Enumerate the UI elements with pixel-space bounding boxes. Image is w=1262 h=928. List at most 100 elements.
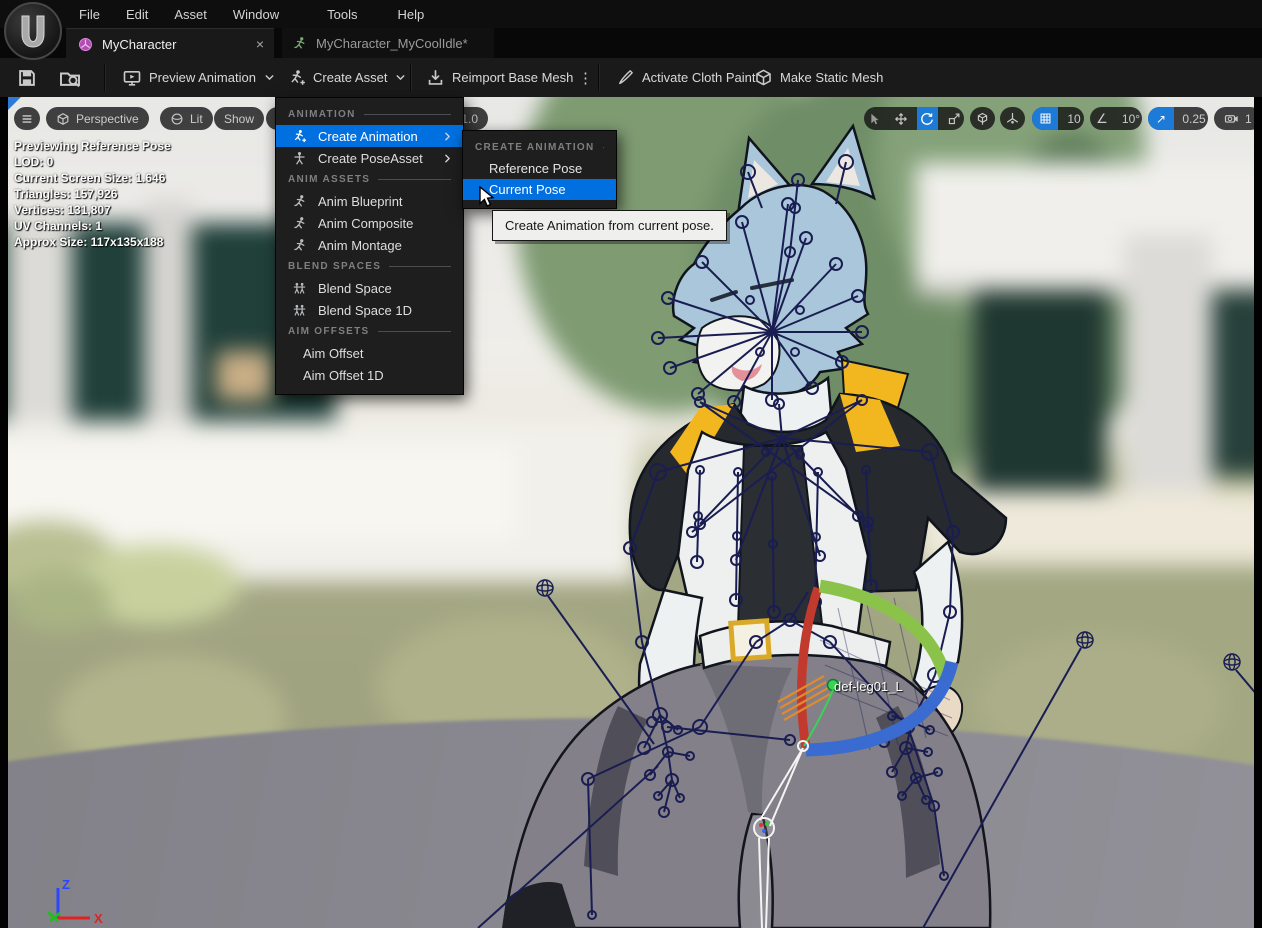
create-asset-icon (288, 69, 306, 87)
show-label: Show (224, 112, 254, 126)
menu-item-anim-blueprint[interactable]: Anim Blueprint (276, 190, 463, 212)
tab-mycharacter[interactable]: MyCharacter × (66, 28, 274, 59)
tab-label: MyCharacter_MyCoolIdle* (316, 36, 468, 51)
blend-space-icon (289, 281, 309, 296)
menu-section-header: BLEND SPACES (276, 256, 463, 277)
make-static-mesh-button[interactable]: Make Static Mesh (746, 58, 891, 97)
create-asset-button[interactable]: Create Asset (280, 58, 415, 97)
create-animation-icon (289, 129, 309, 144)
menu-window[interactable]: Window (220, 7, 292, 22)
perspective-dropdown[interactable]: Perspective (46, 107, 149, 130)
vertical-dots-icon: ⋮ (578, 69, 593, 87)
preview-animation-label: Preview Animation (149, 70, 256, 85)
anim-blueprint-icon (289, 194, 309, 209)
reimport-label: Reimport Base Mesh (452, 70, 573, 85)
mouse-cursor (477, 186, 497, 210)
reimport-options-button[interactable]: ⋮ (570, 58, 601, 97)
menu-tools[interactable]: Tools (314, 7, 370, 22)
save-button[interactable] (8, 58, 46, 97)
save-icon (16, 67, 38, 89)
surface-snapping-button[interactable] (1000, 107, 1025, 130)
menu-item-blend-space-1d[interactable]: Blend Space 1D (276, 299, 463, 321)
coordinate-space-button[interactable] (970, 107, 995, 130)
toolbar-separator (598, 64, 600, 91)
menu-item-create-poseasset[interactable]: Create PoseAsset (276, 147, 463, 169)
tooltip: Create Animation from current pose. (492, 210, 727, 241)
rotation-snap-control: ∠ 10° (1090, 107, 1142, 130)
main-menubar: File Edit Asset Window Tools Help (0, 0, 1262, 28)
activate-cloth-paint-button[interactable]: Activate Cloth Paint (608, 58, 763, 97)
viewport-menu-button[interactable] (14, 107, 40, 130)
cube-icon (56, 112, 70, 126)
close-tab-icon[interactable]: × (256, 36, 264, 52)
scale-snap-control: ↗ 0.25 (1148, 107, 1208, 130)
viewport-focus-indicator (8, 97, 21, 110)
submenu-section-header: CREATE ANIMATION (463, 137, 616, 158)
stats-line: Approx Size: 117x135x188 (14, 234, 171, 250)
submenu-item-reference-pose[interactable]: Reference Pose (463, 158, 616, 179)
grid-snap-toggle[interactable] (1032, 107, 1058, 130)
menu-asset[interactable]: Asset (161, 7, 220, 22)
submenu-arrow-icon (441, 152, 454, 165)
x-axis-label: X (94, 911, 103, 925)
browse-to-asset-button[interactable] (50, 58, 90, 97)
menu-item-anim-composite[interactable]: Anim Composite (276, 212, 463, 234)
preview-animation-button[interactable]: Preview Animation (114, 58, 284, 97)
stats-line: LOD: 0 (14, 154, 171, 170)
menu-section-header: ANIMATION (276, 104, 463, 125)
anim-sequence-icon (292, 36, 307, 51)
rotation-snap-value[interactable]: 10° (1120, 107, 1142, 130)
chevron-down-icon (394, 71, 407, 84)
anim-composite-icon (289, 216, 309, 231)
menu-item-blend-space[interactable]: Blend Space (276, 277, 463, 299)
character-mesh (502, 126, 1006, 928)
menu-item-anim-montage[interactable]: Anim Montage (276, 234, 463, 256)
menu-item-aim-offset[interactable]: Aim Offset (276, 342, 463, 364)
preview-stats: Previewing Reference Pose LOD: 0 Current… (14, 138, 171, 250)
tab-bar: MyCharacter × MyCharacter_MyCoolIdle* (0, 28, 1262, 58)
stats-line: Previewing Reference Pose (14, 138, 171, 154)
menu-file[interactable]: File (66, 7, 113, 22)
move-tool-button[interactable] (891, 107, 912, 130)
menu-item-aim-offset-1d[interactable]: Aim Offset 1D (276, 364, 463, 386)
reimport-base-mesh-button[interactable]: Reimport Base Mesh (418, 58, 581, 97)
menu-edit[interactable]: Edit (113, 7, 161, 22)
grid-snap-control: 10 (1032, 107, 1084, 130)
unreal-logo[interactable] (4, 2, 62, 60)
static-mesh-icon (754, 68, 773, 87)
menu-item-create-animation[interactable]: Create Animation (276, 125, 463, 147)
brush-icon (616, 68, 635, 87)
blend-space-1d-icon (289, 303, 309, 318)
scale-snap-value[interactable]: 0.25 (1180, 107, 1208, 130)
reimport-icon (426, 68, 445, 87)
chevron-down-icon (263, 71, 276, 84)
show-dropdown[interactable]: Show (214, 107, 264, 130)
viewport-left-border (0, 97, 8, 928)
perspective-label: Perspective (76, 112, 139, 126)
submenu-arrow-icon (441, 130, 454, 143)
lit-dropdown[interactable]: Lit (160, 107, 213, 130)
static-mesh-label: Make Static Mesh (780, 70, 883, 85)
z-axis-label: Z (62, 877, 70, 892)
toolbar-separator (410, 64, 412, 91)
create-asset-menu: ANIMATION Create Animation Create PoseAs… (275, 97, 464, 395)
skeletal-mesh-icon (78, 37, 93, 52)
angle-icon[interactable]: ∠ (1090, 107, 1114, 130)
cloth-paint-label: Activate Cloth Paint (642, 70, 755, 85)
stats-line: Current Screen Size: 1.646 (14, 170, 171, 186)
sphere-icon (170, 112, 184, 126)
menu-section-header: AIM OFFSETS (276, 321, 463, 342)
anim-montage-icon (289, 238, 309, 253)
transform-tools-group (864, 107, 964, 130)
stats-line: Vertices: 131,807 (14, 202, 171, 218)
create-asset-label: Create Asset (313, 70, 387, 85)
select-tool-button[interactable] (864, 107, 885, 130)
rotate-tool-button[interactable] (917, 107, 938, 130)
folder-search-icon (58, 66, 82, 90)
grid-snap-value[interactable]: 10 (1064, 107, 1084, 130)
menu-help[interactable]: Help (384, 7, 437, 22)
tab-label: MyCharacter (102, 37, 176, 52)
scale-snap-icon[interactable]: ↗ (1148, 107, 1174, 130)
viewport-right-border (1254, 97, 1262, 928)
tab-mycoolidle[interactable]: MyCharacter_MyCoolIdle* (282, 28, 494, 58)
